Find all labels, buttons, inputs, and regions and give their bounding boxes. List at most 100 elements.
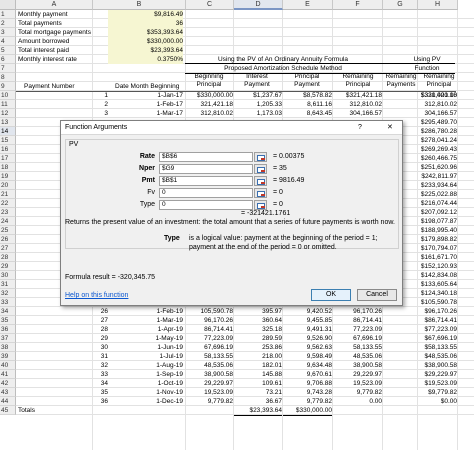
- cell-value[interactable]: $23,393.64: [108, 46, 183, 55]
- cell-label[interactable]: Amount borrowed: [18, 37, 108, 46]
- column-header-b[interactable]: B: [93, 0, 186, 10]
- column-header-f[interactable]: F: [333, 0, 383, 10]
- cell-interest-payment[interactable]: 325.18: [234, 325, 282, 334]
- cell-principal-payment[interactable]: 9,562.63: [283, 343, 332, 352]
- row-header[interactable]: 13: [0, 118, 16, 127]
- cell-interest-payment[interactable]: 1,205.33: [234, 100, 282, 109]
- row-header[interactable]: 29: [0, 262, 16, 271]
- cell-principal-payment[interactable]: 9,598.49: [283, 352, 332, 361]
- row-header[interactable]: 11: [0, 100, 16, 109]
- cell-payment-number[interactable]: 27: [40, 316, 108, 325]
- row-header[interactable]: 7: [0, 64, 16, 73]
- cell-principal-payment[interactable]: 8,643.45: [283, 109, 332, 118]
- cell-principal-payment[interactable]: 9,779.82: [283, 397, 332, 406]
- cell-remaining-principal[interactable]: 77,223.09: [333, 325, 382, 334]
- cell-remaining-principal[interactable]: 38,900.58: [333, 361, 382, 370]
- cell-principal-payment[interactable]: 9,634.48: [283, 361, 332, 370]
- cell-date[interactable]: 1-Mar-19: [110, 316, 183, 325]
- row-header[interactable]: 36: [0, 325, 16, 334]
- row-header[interactable]: 40: [0, 361, 16, 370]
- cell-value[interactable]: $9,816.49: [108, 10, 183, 19]
- column-header-c[interactable]: C: [186, 0, 234, 10]
- row-header[interactable]: 21: [0, 190, 16, 199]
- row-header[interactable]: 41: [0, 370, 16, 379]
- cell-remaining-principal[interactable]: 19,523.09: [333, 379, 382, 388]
- row-header[interactable]: 26: [0, 235, 16, 244]
- cell-label[interactable]: Total payments: [18, 19, 108, 28]
- row-header[interactable]: 18: [0, 163, 16, 172]
- cell-interest-payment[interactable]: 182.01: [234, 361, 282, 370]
- cell-remaining-principal-pv[interactable]: $86,714.41: [418, 316, 457, 325]
- cell-payment-number[interactable]: 28: [40, 325, 108, 334]
- cell-payment-number[interactable]: 34: [40, 379, 108, 388]
- row-header[interactable]: 5: [0, 46, 16, 55]
- row-header[interactable]: 42: [0, 379, 16, 388]
- cell-date[interactable]: 1-Jul-19: [110, 352, 183, 361]
- cell-principal-payment[interactable]: 9,455.85: [283, 316, 332, 325]
- row-header[interactable]: 17: [0, 154, 16, 163]
- cell-remaining-principal-pv[interactable]: $179,898.82: [418, 235, 457, 244]
- cell-payment-number[interactable]: 35: [40, 388, 108, 397]
- cell-principal-payment[interactable]: $330,000.00: [283, 406, 332, 416]
- help-link[interactable]: Help on this function: [65, 291, 128, 300]
- cell-interest-payment[interactable]: 289.59: [234, 334, 282, 343]
- cell-remaining-principal-pv[interactable]: $161,671.70: [418, 253, 457, 262]
- cell-remaining-principal-pv[interactable]: $19,523.09: [418, 379, 457, 388]
- cell-date[interactable]: 1-Feb-19: [110, 307, 183, 316]
- row-header[interactable]: 30: [0, 271, 16, 280]
- cell-date[interactable]: 1-Jun-19: [110, 343, 183, 352]
- arg-input-fv[interactable]: 0: [159, 188, 253, 198]
- cell-beginning-principal[interactable]: 77,223.09: [186, 334, 233, 343]
- row-header[interactable]: 1: [0, 10, 16, 19]
- row-header[interactable]: 24: [0, 217, 16, 226]
- cell-principal-payment[interactable]: 9,491.31: [283, 325, 332, 334]
- cell-date[interactable]: 1-Jan-17: [110, 91, 183, 100]
- cell-payment-number[interactable]: 30: [40, 343, 108, 352]
- column-header-d[interactable]: D: [234, 0, 283, 10]
- collapse-dialog-icon[interactable]: [254, 152, 267, 162]
- cell-date[interactable]: 1-Dec-19: [110, 397, 183, 406]
- arg-input-rate[interactable]: $B$6: [159, 152, 253, 162]
- cell-remaining-principal[interactable]: 48,535.06: [333, 352, 382, 361]
- cell-date[interactable]: 1-Sep-19: [110, 370, 183, 379]
- dialog-title-bar[interactable]: Function Arguments ? ✕: [61, 121, 402, 135]
- cell-date[interactable]: 1-Mar-17: [110, 109, 183, 118]
- cell-date[interactable]: 1-Feb-17: [110, 100, 183, 109]
- cell-remaining-principal-pv[interactable]: $48,535.06: [418, 352, 457, 361]
- cell-beginning-principal[interactable]: 29,229.97: [186, 379, 233, 388]
- row-header[interactable]: 32: [0, 289, 16, 298]
- cell-interest-payment[interactable]: 395.97: [234, 307, 282, 316]
- cell-date[interactable]: 1-Aug-19: [110, 361, 183, 370]
- row-header[interactable]: 35: [0, 316, 16, 325]
- cell-payment-number[interactable]: 3: [40, 109, 108, 118]
- column-header-e[interactable]: E: [283, 0, 333, 10]
- cell-interest-payment[interactable]: 109.61: [234, 379, 282, 388]
- cell-remaining-principal[interactable]: 67,696.19: [333, 334, 382, 343]
- row-header[interactable]: 20: [0, 181, 16, 190]
- cell-payment-number[interactable]: 1: [40, 91, 108, 100]
- cell-value[interactable]: 36: [108, 19, 183, 28]
- cell-principal-payment[interactable]: 9,420.52: [283, 307, 332, 316]
- cell-interest-payment[interactable]: 1,173.03: [234, 109, 282, 118]
- cell-beginning-principal[interactable]: 105,590.78: [186, 307, 233, 316]
- cancel-button[interactable]: Cancel: [357, 289, 397, 301]
- close-icon[interactable]: ✕: [387, 123, 393, 132]
- cell-payment-number[interactable]: 26: [40, 307, 108, 316]
- cell-remaining-principal-pv[interactable]: $225,022.88: [418, 190, 457, 199]
- cell-remaining-principal[interactable]: 58,133.55: [333, 343, 382, 352]
- cell-remaining-principal-pv[interactable]: $260,466.75: [418, 154, 457, 163]
- cell-date[interactable]: 1-Oct-19: [110, 379, 183, 388]
- cell-principal-payment[interactable]: 9,670.61: [283, 370, 332, 379]
- cell-label[interactable]: Monthly payment: [18, 10, 108, 19]
- cell-payment-number[interactable]: 32: [40, 361, 108, 370]
- cell-remaining-principal-pv[interactable]: $152,120.93: [418, 262, 457, 271]
- row-header[interactable]: 22: [0, 199, 16, 208]
- cell-beginning-principal[interactable]: 9,779.82: [186, 397, 233, 406]
- cell-principal-payment[interactable]: $8,578.82: [283, 91, 332, 100]
- row-header[interactable]: 6: [0, 55, 16, 64]
- cell-interest-payment[interactable]: $23,393.64: [234, 406, 282, 416]
- cell-remaining-principal-pv[interactable]: 304,166.57: [418, 109, 457, 118]
- row-header[interactable]: 8: [0, 73, 16, 82]
- cell-remaining-principal-pv[interactable]: 312,810.02: [418, 100, 457, 109]
- cell-interest-payment[interactable]: 36.67: [234, 397, 282, 406]
